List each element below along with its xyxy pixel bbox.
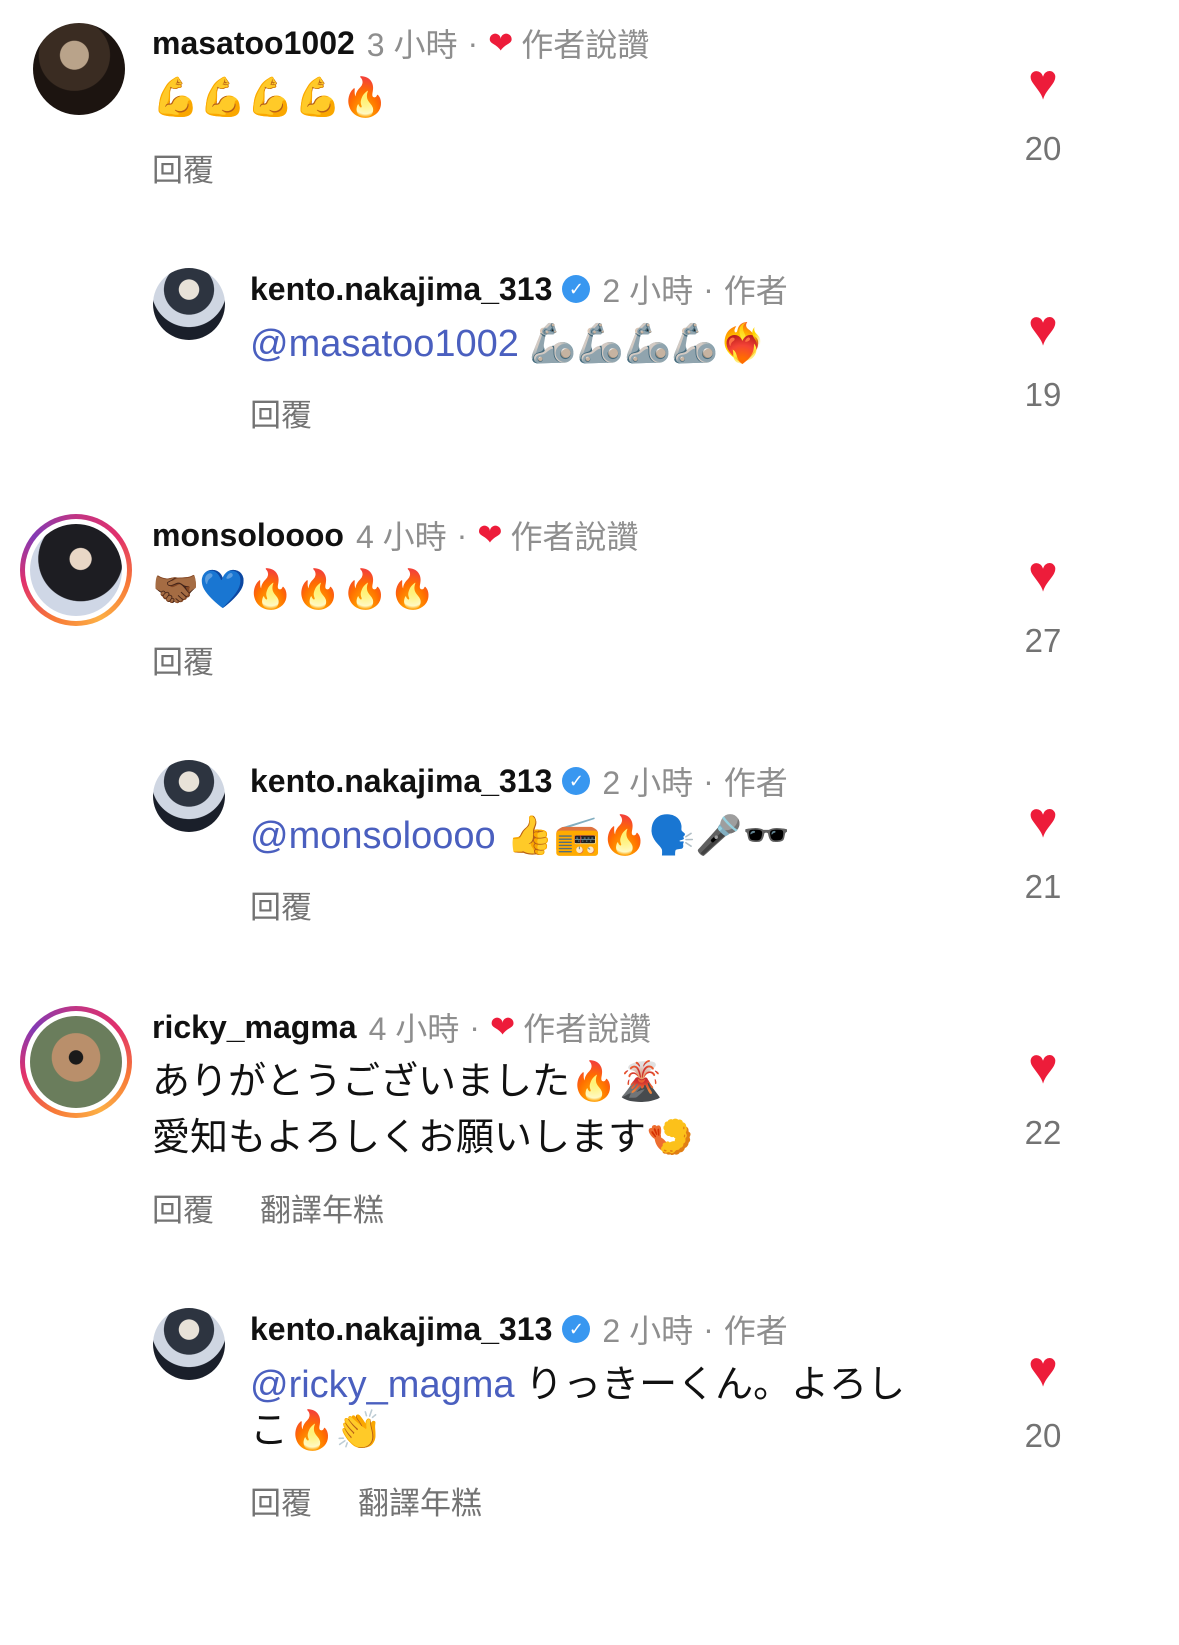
mention-link[interactable]: @ricky_magma <box>250 1364 515 1406</box>
reply-button[interactable]: 回覆 <box>152 637 214 682</box>
timestamp: 2 小時 <box>602 273 694 309</box>
heart-icon[interactable]: ♥ <box>1018 57 1068 107</box>
heart-icon[interactable]: ♥ <box>1018 1041 1068 1091</box>
author-label: 作者 <box>723 765 788 801</box>
reply-actions: 回覆 翻譯年糕 <box>250 1478 482 1523</box>
avatar <box>30 524 122 616</box>
story-ring-avatar[interactable] <box>20 1006 132 1118</box>
verified-badge-icon: ✓ <box>562 1315 591 1343</box>
avatar[interactable] <box>153 760 225 832</box>
comment-body: りっきーくん。よろし <box>514 1364 906 1406</box>
reply-button[interactable]: 回覆 <box>250 882 312 927</box>
heart-icon[interactable]: ♥ <box>1018 549 1068 599</box>
author-label: 作者 <box>723 1313 788 1349</box>
translate-button[interactable]: 翻譯年糕 <box>358 1486 482 1521</box>
heart-icon: ❤ <box>477 518 503 552</box>
username[interactable]: monsoloooo <box>152 517 344 554</box>
author-label: 作者 <box>723 273 788 309</box>
separator: · <box>703 270 714 307</box>
comment-meta: ricky_magma 4 小時 · ❤ 作者說讚 <box>152 1004 651 1050</box>
timestamp: 4 小時 <box>355 519 447 555</box>
separator: · <box>703 1310 714 1347</box>
reply-actions: 回覆 翻譯年糕 <box>152 1185 384 1230</box>
story-ring-avatar[interactable] <box>20 514 132 626</box>
verified-badge-icon: ✓ <box>562 275 591 303</box>
timestamp: 3 小時 <box>366 27 458 63</box>
comment-meta: kento.nakajima_313 ✓ 2 小時 · 作者 <box>250 266 788 312</box>
like-count: 21 <box>1024 868 1062 905</box>
separator: · <box>467 24 479 61</box>
like-count: 19 <box>1024 376 1062 413</box>
reply-button[interactable]: 回覆 <box>152 1193 214 1228</box>
avatar[interactable] <box>153 1308 225 1380</box>
comment-text-line-2: こ🔥👏 <box>250 1410 383 1452</box>
like-count: 20 <box>1024 1417 1062 1454</box>
avatar <box>30 1016 122 1108</box>
comment-text: 🤝🏾💙🔥🔥🔥🔥 <box>152 569 436 611</box>
username[interactable]: kento.nakajima_313 <box>250 763 552 800</box>
username[interactable]: ricky_magma <box>152 1009 357 1046</box>
separator: · <box>703 762 714 799</box>
reply-button[interactable]: 回覆 <box>250 390 312 435</box>
username[interactable]: kento.nakajima_313 <box>250 1311 552 1348</box>
author-liked-label: 作者說讚 <box>521 27 650 63</box>
comment-text-line-2: 愛知もよろしくお願いします🍤 <box>152 1117 694 1159</box>
like-count: 27 <box>1024 622 1062 659</box>
translate-button[interactable]: 翻譯年糕 <box>260 1193 384 1228</box>
like-count: 22 <box>1024 1114 1062 1151</box>
mention-link[interactable]: @masatoo1002 <box>250 323 519 365</box>
comment-text: 💪💪💪💪🔥 <box>152 77 389 119</box>
comment-meta: monsoloooo 4 小時 · ❤ 作者說讚 <box>152 512 638 558</box>
mention-link[interactable]: @monsoloooo <box>250 815 496 857</box>
like-count: 20 <box>1024 130 1062 167</box>
reply-button[interactable]: 回覆 <box>250 1486 312 1521</box>
avatar[interactable] <box>153 268 225 340</box>
author-liked-label: 作者說讚 <box>523 1011 652 1047</box>
comment-meta: kento.nakajima_313 ✓ 2 小時 · 作者 <box>250 1306 788 1352</box>
heart-icon: ❤ <box>489 1010 516 1044</box>
heart-icon: ❤ <box>488 26 514 60</box>
username[interactable]: masatoo1002 <box>152 25 355 62</box>
timestamp: 2 小時 <box>602 1313 694 1349</box>
avatar[interactable] <box>33 23 125 115</box>
timestamp: 2 小時 <box>602 765 694 801</box>
heart-icon[interactable]: ♥ <box>1018 795 1068 845</box>
comment-text: @masatoo1002 🦾🦾🦾🦾❤️‍🔥 <box>250 316 766 372</box>
reply-button[interactable]: 回覆 <box>152 145 214 190</box>
verified-badge-icon: ✓ <box>562 767 591 795</box>
separator: · <box>456 516 468 553</box>
comment-text: @monsoloooo 👍📻🔥🗣️🎤🕶️ <box>250 808 790 864</box>
timestamp: 4 小時 <box>368 1011 460 1047</box>
comment-text-line-1: ありがとうございました🔥🌋 <box>152 1061 665 1103</box>
comment-body: 👍📻🔥🗣️🎤🕶️ <box>495 815 791 857</box>
heart-icon[interactable]: ♥ <box>1018 1344 1068 1394</box>
author-liked-label: 作者說讚 <box>510 519 639 555</box>
comment-body: 🦾🦾🦾🦾❤️‍🔥 <box>518 323 766 365</box>
heart-icon[interactable]: ♥ <box>1018 303 1068 353</box>
separator: · <box>469 1008 480 1045</box>
username[interactable]: kento.nakajima_313 <box>250 271 552 308</box>
comment-meta: masatoo1002 3 小時 · ❤ 作者說讚 <box>152 20 649 66</box>
comment-meta: kento.nakajima_313 ✓ 2 小時 · 作者 <box>250 758 788 804</box>
